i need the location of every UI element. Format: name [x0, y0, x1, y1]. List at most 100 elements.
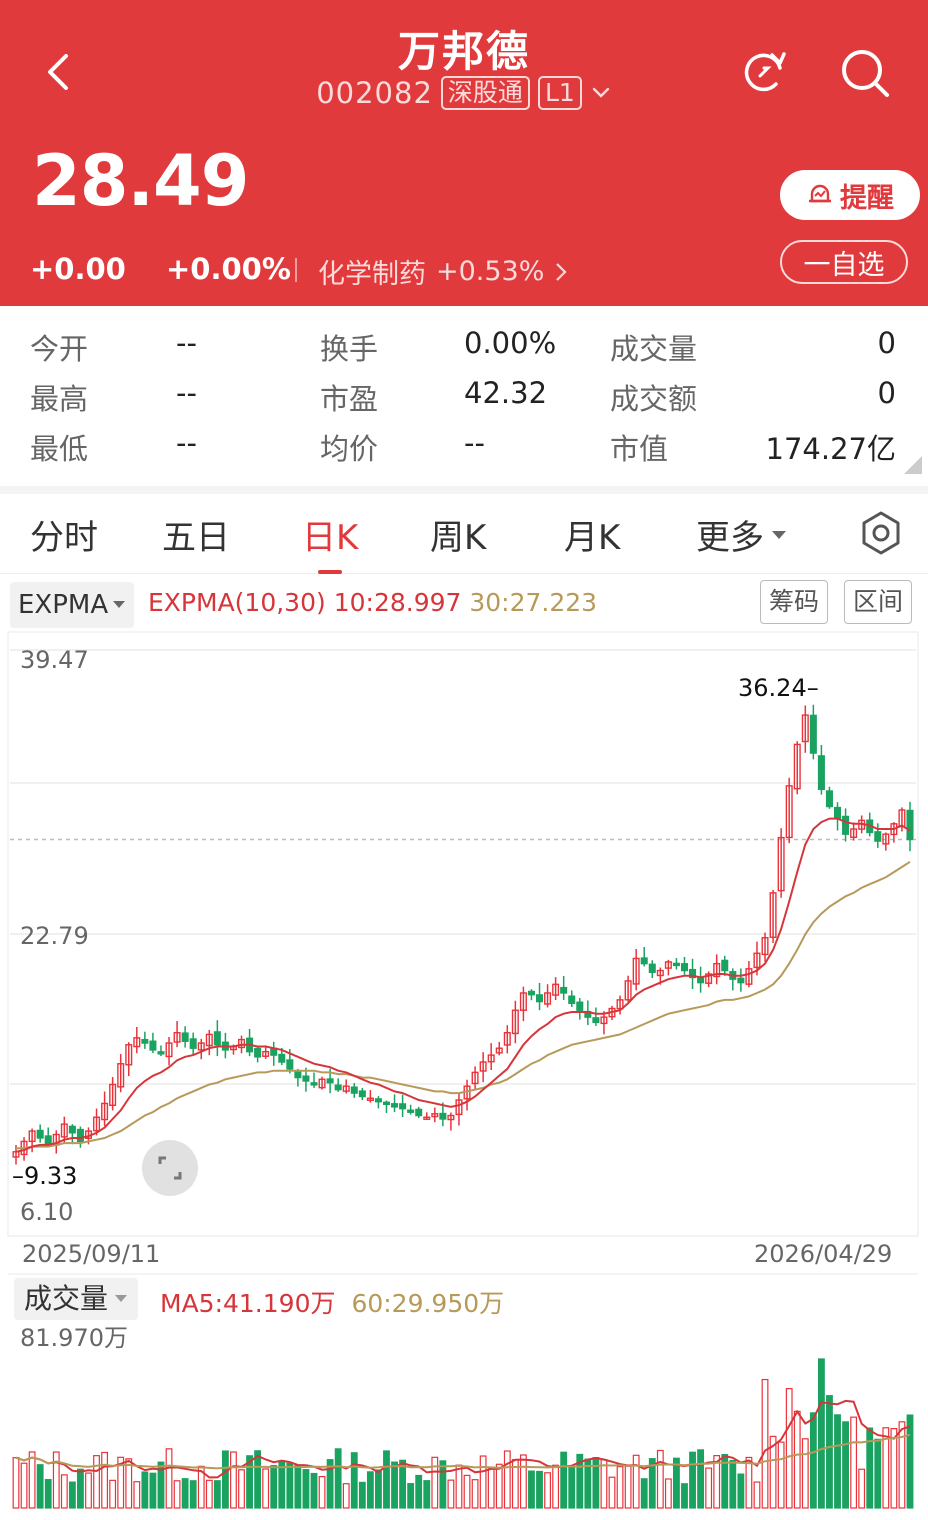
candle-body: [382, 1101, 391, 1106]
volume-bar: [487, 1467, 495, 1509]
candle-body: [576, 1001, 584, 1011]
volume-bar: [205, 1479, 213, 1509]
volume-bar: [109, 1479, 117, 1509]
candle-body: [415, 1108, 423, 1117]
volume-bar: [681, 1483, 688, 1509]
volume-bar: [785, 1388, 793, 1509]
volume-bar: [455, 1464, 463, 1509]
candle-body: [640, 957, 648, 965]
candle-body: [294, 1071, 302, 1079]
volume-bar: [44, 1479, 52, 1509]
date-start: 2025/09/11: [22, 1240, 161, 1268]
volume-bar: [817, 1358, 825, 1509]
candle-body: [906, 809, 914, 841]
volume-selector[interactable]: 成交量: [14, 1278, 139, 1320]
candle-body: [68, 1125, 76, 1134]
volume-bar: [68, 1481, 76, 1509]
volume-bar: [77, 1468, 84, 1509]
volume-bar: [447, 1479, 455, 1509]
candle-body: [560, 986, 568, 994]
volume-bar: [36, 1464, 44, 1509]
volume-bar: [318, 1476, 326, 1509]
volume-bar: [640, 1478, 648, 1509]
candle-body: [697, 977, 705, 984]
candle-body: [825, 790, 833, 808]
expand-icon: [158, 1156, 182, 1180]
volume-bar: [616, 1466, 624, 1509]
volume-bar: [656, 1449, 664, 1509]
volume-bar: [697, 1449, 705, 1509]
volume-bar: [334, 1448, 342, 1509]
volume-bar: [125, 1458, 133, 1509]
volume-bar: [801, 1438, 809, 1509]
volume-bar: [181, 1478, 189, 1509]
volume-bar: [826, 1395, 833, 1509]
candle-body: [648, 963, 656, 973]
volume-bar: [173, 1480, 181, 1509]
volume-bar: [85, 1472, 92, 1509]
volume-bar: [600, 1459, 608, 1509]
volume-bar: [12, 1457, 20, 1509]
candle-body: [181, 1032, 189, 1043]
volume-bar: [383, 1450, 390, 1509]
candle-body: [350, 1086, 358, 1094]
volume-ma-values: MA5:41.190万 60:29.950万: [160, 1284, 504, 1320]
candle-body: [842, 815, 850, 835]
y-axis-top: 39.47: [20, 646, 89, 674]
volume-bar: [552, 1464, 560, 1509]
volume-bar: [310, 1472, 318, 1509]
volume-bar: [278, 1461, 286, 1509]
y-axis-bottom: 6.10: [20, 1198, 74, 1226]
volume-bar: [415, 1474, 423, 1509]
fullscreen-button[interactable]: [142, 1140, 198, 1196]
candle-body: [334, 1084, 342, 1091]
caret-down-icon: [115, 1295, 128, 1302]
candle-body: [672, 962, 680, 967]
volume-bar: [471, 1479, 479, 1509]
candle-body: [391, 1103, 399, 1108]
volume-bar: [294, 1464, 302, 1509]
volume-bar: [729, 1459, 737, 1509]
volume-bar: [439, 1460, 447, 1509]
volume-bar: [189, 1480, 197, 1509]
candle-body: [407, 1109, 415, 1113]
candle-body: [809, 714, 817, 754]
candle-body: [302, 1075, 310, 1082]
candle-body: [439, 1112, 447, 1120]
volume-bar: [342, 1483, 350, 1509]
volume-bar: [737, 1473, 745, 1509]
volume-bar: [165, 1448, 173, 1509]
volume-selector-label: 成交量: [24, 1282, 109, 1315]
candle-body: [326, 1078, 334, 1084]
volume-bar: [479, 1455, 487, 1509]
volume-bar: [608, 1476, 616, 1509]
candle-body: [286, 1059, 294, 1070]
volume-bar: [544, 1472, 551, 1509]
candle-body: [141, 1038, 149, 1044]
volume-bar: [93, 1455, 100, 1509]
volume-bar: [463, 1474, 471, 1509]
volume-bar: [254, 1450, 262, 1509]
volume-bar: [689, 1451, 696, 1509]
volume-bar: [20, 1462, 28, 1509]
candle-body: [568, 995, 576, 1005]
candle-body: [278, 1053, 286, 1063]
volume-bar: [423, 1480, 431, 1509]
volume-bar: [302, 1469, 310, 1509]
candle-body: [833, 806, 842, 820]
candle-body: [721, 959, 729, 972]
candle-body: [157, 1051, 165, 1055]
candle-body: [592, 1017, 600, 1024]
volume-bar: [391, 1461, 398, 1509]
candle-body: [874, 831, 882, 842]
volume-bar: [230, 1451, 237, 1509]
volume-bar: [842, 1421, 849, 1509]
volume-bar: [632, 1454, 640, 1509]
volume-bar: [874, 1438, 882, 1509]
volume-bar: [52, 1451, 60, 1509]
volume-ma60: 60:29.950万: [351, 1289, 505, 1318]
candle-body: [254, 1047, 262, 1058]
volume-bar: [519, 1454, 527, 1509]
volume-bar: [777, 1441, 785, 1509]
volume-bar: [890, 1427, 898, 1509]
